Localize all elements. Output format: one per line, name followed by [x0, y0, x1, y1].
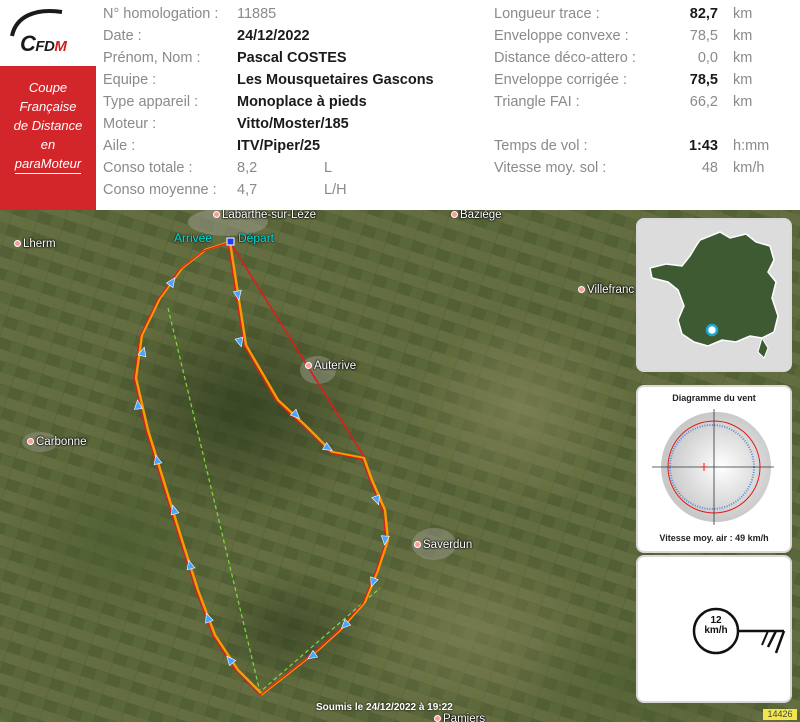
- town-label: Auterive: [305, 360, 356, 372]
- info-row: N° homologation : 11885: [103, 6, 473, 28]
- cup-title-line: de Distance: [13, 118, 83, 133]
- stat-value: 78,5: [689, 28, 718, 44]
- info-label: Moteur :: [103, 116, 157, 132]
- stat-row: Longueur trace : 82,7 km: [494, 6, 794, 28]
- cup-title-line: Coupe: [28, 80, 68, 95]
- info-value: 8,2: [237, 160, 258, 176]
- stat-label: Temps de vol :: [494, 138, 588, 154]
- info-label: Aile :: [103, 138, 136, 154]
- france-locator-panel[interactable]: [636, 218, 792, 372]
- info-row: Moteur : Vitto/Moster/185: [103, 116, 473, 138]
- info-value: 11885: [237, 6, 277, 22]
- info-label: N° homologation :: [103, 6, 219, 22]
- info-row: Type appareil : Monoplace à pieds: [103, 94, 473, 116]
- flight-id-badge: 14426: [763, 709, 797, 720]
- france-map-icon: [649, 231, 779, 359]
- stat-label: Enveloppe convexe :: [494, 28, 629, 44]
- info-value: Pascal COSTES: [237, 50, 347, 66]
- stat-unit: km/h: [733, 160, 765, 176]
- info-value: Vitto/Moster/185: [237, 116, 349, 132]
- info-value: 4,7: [237, 182, 258, 198]
- stat-label: Longueur trace :: [494, 6, 600, 22]
- town-label: Labarthe-sur-Lèze: [213, 210, 316, 221]
- info-unit: L/H: [324, 182, 347, 198]
- start-marker-icon: [226, 237, 235, 246]
- info-value: Les Mousquetaires Gascons: [237, 72, 434, 88]
- stat-row: Distance déco-attero : 0,0 km: [494, 50, 794, 72]
- stat-value: 48: [701, 160, 718, 176]
- info-row: Aile : ITV/Piper/25: [103, 138, 473, 160]
- stat-label: Triangle FAI :: [494, 94, 580, 110]
- stat-value: 82,7: [689, 6, 718, 22]
- cup-title-line: paraMoteur: [14, 155, 82, 174]
- stat-value: 66,2: [689, 94, 718, 110]
- wind-speed-panel[interactable]: 12 km/h: [636, 555, 792, 703]
- info-row: Conso totale : 8,2 L: [103, 160, 473, 182]
- info-unit: L: [324, 160, 333, 176]
- flight-map[interactable]: Labarthe-sur-Lèze Baziège Lherm Villefra…: [0, 210, 800, 722]
- town-label: Pamiers: [434, 713, 485, 722]
- info-label: Prénom, Nom :: [103, 50, 201, 66]
- arrival-label: Arrivée: [174, 231, 213, 245]
- stat-label: Enveloppe corrigée :: [494, 72, 627, 88]
- cup-title-line: en: [40, 137, 56, 152]
- stat-row: Enveloppe convexe : 78,5 km: [494, 28, 794, 50]
- wind-diagram-panel[interactable]: Diagramme du vent Vitesse moy. air : 49 …: [636, 385, 792, 553]
- stat-unit: km: [733, 94, 753, 110]
- town-label: Lherm: [14, 238, 56, 250]
- info-value: Monoplace à pieds: [237, 94, 367, 110]
- info-row: Date : 24/12/2022: [103, 28, 473, 50]
- stat-label: Vitesse moy. sol :: [494, 160, 607, 176]
- stat-label: Distance déco-attero :: [494, 50, 636, 66]
- stat-unit: km: [733, 72, 753, 88]
- stat-row: Enveloppe corrigée : 78,5 km: [494, 72, 794, 94]
- stat-unit: km: [733, 28, 753, 44]
- cup-title-box: Coupe Française de Distance en paraMoteu…: [0, 66, 96, 210]
- town-label: Villefranc: [578, 284, 634, 296]
- flight-header: CFDM Coupe Française de Distance en para…: [0, 0, 800, 210]
- stat-unit: km: [733, 6, 753, 22]
- submission-timestamp: Soumis le 24/12/2022 à 19:22: [316, 702, 453, 713]
- info-value: 24/12/2022: [237, 28, 310, 44]
- stat-unit: km: [733, 50, 753, 66]
- stat-value: 0,0: [697, 50, 718, 66]
- town-label: Carbonne: [27, 436, 87, 448]
- info-label: Date :: [103, 28, 142, 44]
- wind-speed-value: 12 km/h: [704, 615, 728, 636]
- departure-label: Départ: [238, 231, 275, 245]
- info-row: Prénom, Nom : Pascal COSTES: [103, 50, 473, 72]
- stat-value: 1:43: [688, 138, 718, 154]
- stat-row: Vitesse moy. sol : 48 km/h: [494, 160, 794, 182]
- info-value: ITV/Piper/25: [237, 138, 321, 154]
- info-row: Equipe : Les Mousquetaires Gascons: [103, 72, 473, 94]
- wind-diagram-chart: [652, 409, 774, 525]
- stat-row: Temps de vol : 1:43 h:mm: [494, 138, 794, 160]
- info-row: Conso moyenne : 4,7 L/H: [103, 182, 473, 204]
- info-label: Conso moyenne :: [103, 182, 217, 198]
- info-label: Type appareil :: [103, 94, 199, 110]
- stat-unit: h:mm: [733, 138, 770, 154]
- average-air-speed: Vitesse moy. air : 49 km/h: [659, 533, 769, 543]
- stat-row: Triangle FAI : 66,2 km: [494, 94, 794, 116]
- stat-value: 78,5: [689, 72, 718, 88]
- info-label: Equipe :: [103, 72, 157, 88]
- town-label: Saverdun: [414, 539, 472, 551]
- town-label: Baziège: [451, 210, 502, 221]
- info-label: Conso totale :: [103, 160, 193, 176]
- cfdm-logo: CFDM: [0, 0, 96, 66]
- flight-location-icon: [705, 323, 719, 337]
- cup-title-line: Française: [19, 99, 77, 114]
